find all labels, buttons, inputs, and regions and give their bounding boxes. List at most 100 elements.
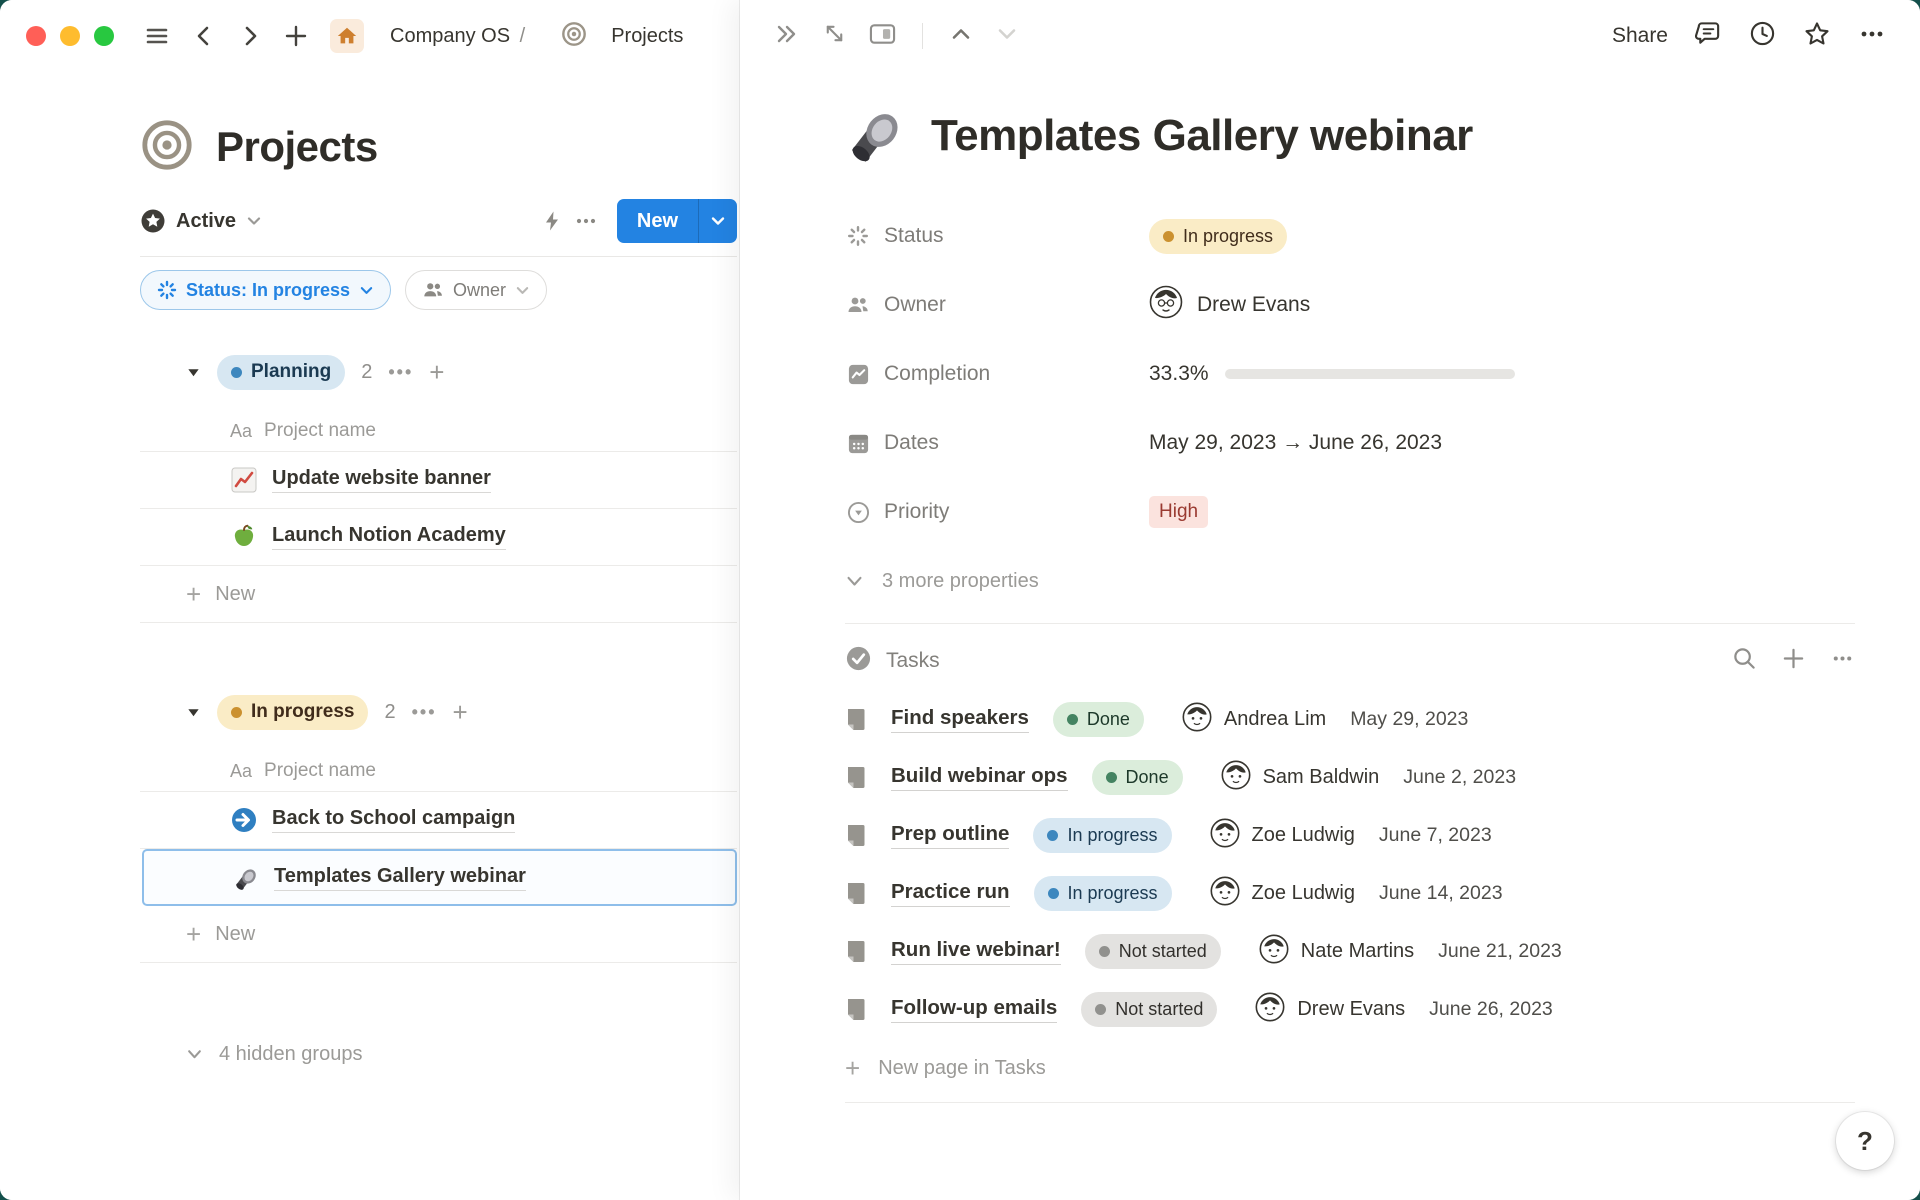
filter-chip-owner[interactable]: Owner xyxy=(405,270,547,310)
more-options-ellipsis-icon[interactable] xyxy=(1858,20,1886,53)
automations-lightning-icon[interactable] xyxy=(535,204,569,238)
group-add-icon[interactable]: + xyxy=(453,699,468,725)
close-peek-icon[interactable] xyxy=(774,21,800,52)
status-value-pill[interactable]: In progress xyxy=(1149,219,1287,254)
task-row[interactable]: Prep outline In progress Zoe Ludwig June… xyxy=(845,806,1855,864)
tasks-section-header: Tasks xyxy=(845,632,1855,690)
tasks-options-ellipsis-icon[interactable] xyxy=(1830,646,1855,676)
priority-tag[interactable]: High xyxy=(1149,496,1208,528)
task-date[interactable]: June 21, 2023 xyxy=(1438,940,1562,963)
help-button[interactable]: ? xyxy=(1836,1112,1894,1170)
task-row[interactable]: Find speakers Done Andrea Lim May 29, 20… xyxy=(845,690,1855,748)
group-status-pill[interactable]: In progress xyxy=(217,695,368,730)
project-title[interactable]: Launch Notion Academy xyxy=(272,524,506,550)
task-status-pill[interactable]: Done xyxy=(1053,702,1144,737)
task-status-pill[interactable]: In progress xyxy=(1033,818,1171,853)
task-date[interactable]: June 14, 2023 xyxy=(1379,882,1503,905)
home-icon[interactable] xyxy=(330,19,364,53)
task-row[interactable]: Follow-up emails Not started Drew Evans … xyxy=(845,980,1855,1038)
task-date[interactable]: June 7, 2023 xyxy=(1379,824,1492,847)
task-status-pill[interactable]: Not started xyxy=(1081,992,1217,1027)
new-page-icon[interactable] xyxy=(284,24,308,48)
hidden-groups-toggle[interactable]: 4 hidden groups xyxy=(140,1043,737,1066)
new-button[interactable]: New xyxy=(617,199,737,243)
table-column-header[interactable]: Aa Project name xyxy=(140,751,737,792)
sidebar-toggle-icon[interactable] xyxy=(144,23,170,49)
task-date[interactable]: June 26, 2023 xyxy=(1429,998,1553,1021)
task-status-pill[interactable]: Not started xyxy=(1085,934,1221,969)
task-assignee[interactable]: Drew Evans xyxy=(1255,992,1405,1027)
task-assignee[interactable]: Nate Martins xyxy=(1259,934,1414,969)
task-title[interactable]: Prep outline xyxy=(891,822,1009,849)
previous-page-icon[interactable] xyxy=(949,22,973,51)
expand-page-icon[interactable] xyxy=(822,21,847,51)
property-completion[interactable]: Completion 33.3% xyxy=(845,354,1855,394)
page-emoji-speaker-icon[interactable] xyxy=(845,104,905,169)
collapse-triangle-icon[interactable] xyxy=(186,365,201,380)
task-title[interactable]: Find speakers xyxy=(891,706,1029,733)
tasks-title[interactable]: Tasks xyxy=(886,649,940,673)
updates-clock-icon[interactable] xyxy=(1749,20,1776,52)
property-dates[interactable]: Dates May 29, 2023 → June 26, 2023 xyxy=(845,423,1855,463)
new-button-dropdown[interactable] xyxy=(698,199,737,243)
share-button[interactable]: Share xyxy=(1612,24,1668,48)
task-title[interactable]: Run live webinar! xyxy=(891,938,1061,965)
task-title[interactable]: Follow-up emails xyxy=(891,996,1057,1023)
breadcrumb-page[interactable]: Projects xyxy=(611,25,683,48)
main-page-panel: Company OS / Projects Projects Active xyxy=(0,0,740,1200)
task-date[interactable]: June 2, 2023 xyxy=(1403,766,1516,789)
back-icon[interactable] xyxy=(192,24,216,48)
group-options-ellipsis-icon[interactable]: ••• xyxy=(388,362,413,383)
breadcrumb-root[interactable]: Company OS xyxy=(390,25,510,47)
zoom-window-button[interactable] xyxy=(94,26,114,46)
add-row-button[interactable]: + New xyxy=(140,566,737,623)
property-status[interactable]: Status In progress xyxy=(845,216,1855,256)
breadcrumb[interactable]: Company OS / xyxy=(390,25,529,48)
favorite-star-icon[interactable] xyxy=(1803,20,1831,53)
task-date[interactable]: May 29, 2023 xyxy=(1350,708,1468,731)
project-title[interactable]: Back to School campaign xyxy=(272,807,515,833)
project-row[interactable]: Launch Notion Academy xyxy=(140,509,737,566)
next-page-icon[interactable] xyxy=(995,22,1019,51)
task-title[interactable]: Build webinar ops xyxy=(891,764,1068,791)
property-owner[interactable]: Owner Drew Evans xyxy=(845,285,1855,325)
new-button-label[interactable]: New xyxy=(617,199,698,243)
property-priority[interactable]: Priority High xyxy=(845,492,1855,532)
add-task-icon[interactable] xyxy=(1781,646,1806,676)
task-assignee[interactable]: Sam Baldwin xyxy=(1221,760,1380,795)
project-title[interactable]: Update website banner xyxy=(272,467,491,493)
task-title[interactable]: Practice run xyxy=(891,880,1010,907)
task-status-pill[interactable]: Done xyxy=(1092,760,1183,795)
project-row[interactable]: Templates Gallery webinar xyxy=(142,849,737,906)
new-page-in-tasks-button[interactable]: + New page in Tasks xyxy=(845,1042,1855,1094)
task-assignee[interactable]: Andrea Lim xyxy=(1182,702,1326,737)
project-row[interactable]: Update website banner xyxy=(140,452,737,509)
search-icon[interactable] xyxy=(1732,646,1757,676)
project-row[interactable]: Back to School campaign xyxy=(140,792,737,849)
status-dot xyxy=(1047,830,1058,841)
task-row[interactable]: Run live webinar! Not started Nate Marti… xyxy=(845,922,1855,980)
collapse-triangle-icon[interactable] xyxy=(186,705,201,720)
peek-page-title[interactable]: Templates Gallery webinar xyxy=(931,111,1473,161)
add-row-button[interactable]: + New xyxy=(140,906,737,963)
left-toolbar: Company OS / Projects xyxy=(0,0,740,72)
close-window-button[interactable] xyxy=(26,26,46,46)
table-column-header[interactable]: Aa Project name xyxy=(140,411,737,452)
task-assignee[interactable]: Zoe Ludwig xyxy=(1210,876,1355,911)
task-status-pill[interactable]: In progress xyxy=(1034,876,1172,911)
forward-icon[interactable] xyxy=(238,24,262,48)
more-properties-toggle[interactable]: 3 more properties xyxy=(845,561,1855,601)
tab-active-view[interactable]: Active xyxy=(140,208,262,234)
filter-chip-status[interactable]: Status: In progress xyxy=(140,270,391,310)
task-row[interactable]: Build webinar ops Done Sam Baldwin June … xyxy=(845,748,1855,806)
group-options-ellipsis-icon[interactable]: ••• xyxy=(412,702,437,723)
view-options-ellipsis-icon[interactable] xyxy=(569,204,603,238)
project-title[interactable]: Templates Gallery webinar xyxy=(274,865,526,891)
minimize-window-button[interactable] xyxy=(60,26,80,46)
comments-icon[interactable] xyxy=(1695,20,1722,52)
side-peek-mode-icon[interactable] xyxy=(869,22,896,51)
task-assignee[interactable]: Zoe Ludwig xyxy=(1210,818,1355,853)
task-row[interactable]: Practice run In progress Zoe Ludwig June… xyxy=(845,864,1855,922)
group-status-pill[interactable]: Planning xyxy=(217,355,345,390)
group-add-icon[interactable]: + xyxy=(429,359,444,385)
